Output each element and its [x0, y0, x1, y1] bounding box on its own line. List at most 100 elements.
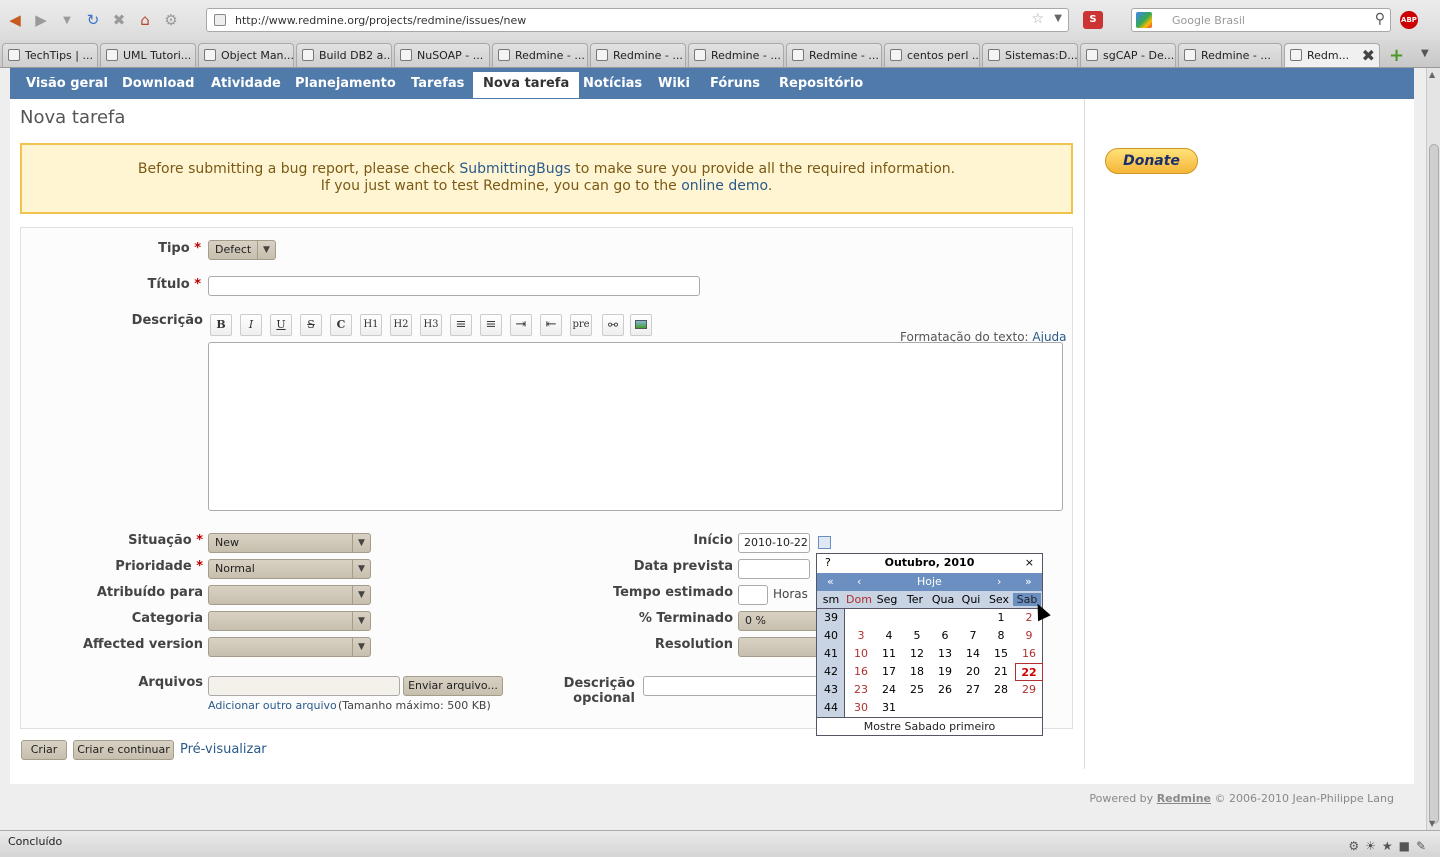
donate-button[interactable]: Donate — [1105, 148, 1198, 174]
browser-tab[interactable]: TechTips | ... — [2, 43, 98, 67]
prev-month-button[interactable]: ‹ — [857, 575, 861, 588]
calendar-day-cell[interactable]: 20 — [959, 663, 987, 681]
titulo-input[interactable] — [208, 276, 700, 296]
browser-tab[interactable]: Build DB2 a... — [296, 43, 392, 67]
calendar-icon[interactable] — [818, 536, 831, 549]
strikethrough-icon[interactable]: S — [300, 314, 322, 336]
new-tab-icon[interactable]: + — [1389, 45, 1404, 66]
calendar-close-icon[interactable]: × — [1025, 554, 1034, 572]
browser-tab[interactable]: Redmine - ... — [688, 43, 784, 67]
browser-tab[interactable]: Redmine - ... — [1178, 43, 1282, 67]
menu-planejamento[interactable]: Planejamento — [295, 76, 396, 91]
affected-version-select[interactable]: ▼ — [208, 637, 371, 657]
calendar-day-cell[interactable]: 22 — [1015, 663, 1043, 681]
calendar-help-icon[interactable]: ? — [825, 554, 831, 572]
redmine-link[interactable]: Redmine — [1157, 792, 1211, 805]
heading3-icon[interactable]: H3 — [420, 314, 442, 336]
criar-continuar-button[interactable]: Criar e continuar — [73, 740, 174, 760]
underline-icon[interactable]: U — [270, 314, 292, 336]
adicionar-arquivo-link[interactable]: Adicionar outro arquivo — [208, 699, 337, 712]
browser-tab-active[interactable]: Redm... ✖ — [1284, 43, 1380, 67]
calendar-day-cell[interactable]: 12 — [903, 645, 931, 663]
menu-tarefas[interactable]: Tarefas — [411, 76, 464, 91]
prev-year-button[interactable]: « — [827, 575, 834, 588]
scroll-up-icon[interactable]: ▲ — [1429, 70, 1435, 79]
calendar-day-cell[interactable]: 21 — [987, 663, 1015, 681]
calendar-day-cell[interactable]: 9 — [1015, 627, 1043, 645]
browser-tab[interactable]: UML Tutori... — [100, 43, 196, 67]
calendar-day-cell[interactable]: 6 — [931, 627, 959, 645]
terminado-select[interactable]: 0 % — [738, 611, 818, 631]
calendar-day-name[interactable]: Ter — [901, 593, 929, 606]
calendar-day-cell[interactable]: 23 — [847, 681, 875, 699]
menu-nova-tarefa[interactable]: Nova tarefa — [473, 72, 580, 98]
categoria-select[interactable]: ▼ — [208, 611, 371, 631]
atribuido-select[interactable]: ▼ — [208, 585, 371, 605]
scrollbar-thumb[interactable] — [1429, 144, 1439, 824]
heading1-icon[interactable]: H1 — [360, 314, 382, 336]
calendar-day-cell[interactable]: 5 — [903, 627, 931, 645]
reload-icon[interactable]: ↻ — [82, 9, 104, 31]
code-icon[interactable]: C — [330, 314, 352, 336]
history-dropdown-icon[interactable]: ▼ — [56, 9, 78, 31]
calendar-day-name[interactable]: Qui — [957, 593, 985, 606]
calendar-day-cell[interactable]: 7 — [959, 627, 987, 645]
calendar-day-name[interactable]: Sex — [985, 593, 1013, 606]
calendar-day-cell[interactable]: 28 — [987, 681, 1015, 699]
menu-atividade[interactable]: Atividade — [211, 76, 281, 91]
browser-tab[interactable]: Redmine - ... — [492, 43, 588, 67]
calendar-day-name[interactable]: Qua — [929, 593, 957, 606]
home-icon[interactable]: ⌂ — [134, 9, 156, 31]
menu-foruns[interactable]: Fóruns — [710, 76, 760, 91]
calendar-day-cell[interactable]: 31 — [875, 699, 903, 717]
enviar-arquivo-button[interactable]: Enviar arquivo... — [403, 676, 503, 696]
menu-visao-geral[interactable]: Visão geral — [26, 76, 108, 91]
addon-icon[interactable]: S — [1083, 11, 1103, 29]
menu-repositorio[interactable]: Repositório — [779, 76, 863, 91]
scroll-down-icon[interactable]: ▼ — [1429, 819, 1435, 828]
browser-tab[interactable]: Redmine - ... — [786, 43, 882, 67]
browser-tab[interactable]: Sistemas:D... — [982, 43, 1078, 67]
today-button[interactable]: Hoje — [917, 575, 942, 588]
calendar-day-cell[interactable]: 3 — [847, 627, 875, 645]
calendar-day-cell[interactable]: 30 — [847, 699, 875, 717]
calendar-day-cell[interactable]: 16 — [847, 663, 875, 681]
tempo-estimado-input[interactable] — [738, 585, 768, 605]
browser-tab[interactable]: NuSOAP - ... — [394, 43, 490, 67]
browser-tab[interactable]: Object Man... — [198, 43, 294, 67]
calendar-day-cell[interactable]: 13 — [931, 645, 959, 663]
browser-tab[interactable]: centos perl ... — [884, 43, 980, 67]
calendar-day-cell[interactable]: 26 — [931, 681, 959, 699]
calendar-day-name[interactable]: Dom — [845, 593, 873, 606]
url-bar[interactable]: http://www.redmine.org/projects/redmine/… — [206, 8, 1069, 32]
file-input[interactable] — [208, 676, 400, 696]
calendar-day-cell[interactable]: 29 — [1015, 681, 1043, 699]
stop-icon[interactable]: ✖ — [108, 9, 130, 31]
menu-noticias[interactable]: Notícias — [583, 76, 642, 91]
calendar-day-cell[interactable]: 11 — [875, 645, 903, 663]
calendar-day-cell[interactable]: 4 — [875, 627, 903, 645]
indent-icon[interactable]: ⇥ — [510, 314, 532, 336]
calendar-day-cell[interactable]: 27 — [959, 681, 987, 699]
calendar-day-cell[interactable]: 18 — [903, 663, 931, 681]
descricao-opcional-input[interactable] — [643, 676, 819, 696]
submittingbugs-link[interactable]: SubmittingBugs — [459, 161, 570, 177]
inicio-input[interactable]: 2010-10-22 — [738, 533, 810, 553]
calendar-day-cell[interactable]: 19 — [931, 663, 959, 681]
heading2-icon[interactable]: H2 — [390, 314, 412, 336]
link-icon[interactable]: ⚯ — [602, 314, 624, 336]
tab-list-icon[interactable]: ▼ — [1421, 48, 1429, 59]
outdent-icon[interactable]: ⇤ — [540, 314, 562, 336]
google-icon[interactable] — [1136, 12, 1152, 28]
situacao-select[interactable]: New ▼ — [208, 533, 371, 553]
next-month-button[interactable]: › — [997, 575, 1001, 588]
calendar-day-cell[interactable]: 8 — [987, 627, 1015, 645]
tipo-select[interactable]: Defect ▼ — [208, 240, 276, 260]
url-dropdown-icon[interactable]: ▼ — [1054, 13, 1062, 24]
search-bar[interactable]: Google Brasil ⚲ — [1131, 8, 1391, 32]
page-scrollbar[interactable]: ▲ ▼ — [1426, 68, 1440, 830]
unordered-list-icon[interactable]: ≡ — [450, 314, 472, 336]
image-icon[interactable] — [630, 314, 652, 336]
forward-icon[interactable]: ▶ — [30, 9, 52, 31]
preview-link[interactable]: Pré-visualizar — [180, 742, 267, 757]
